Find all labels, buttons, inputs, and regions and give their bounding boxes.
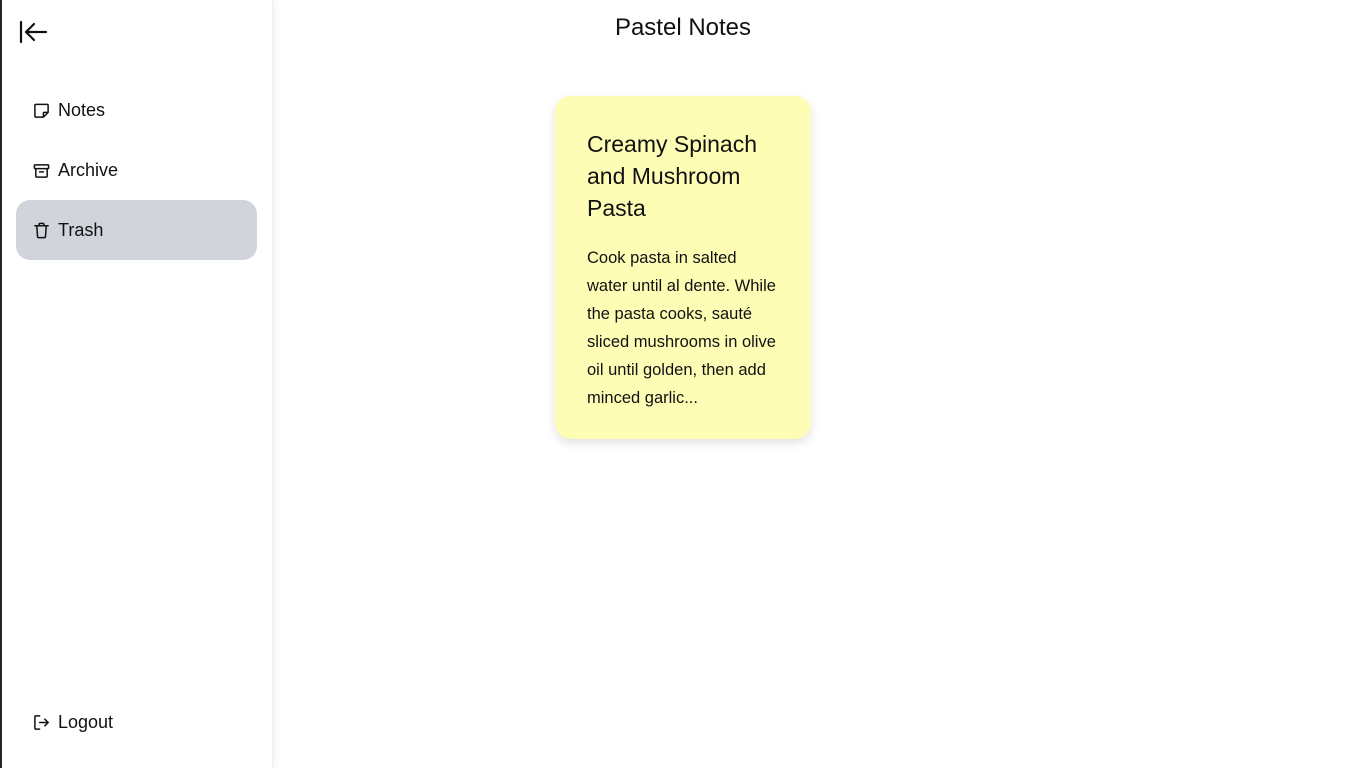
sidebar-nav: Notes Archive Trash [16,80,257,260]
note-title: Creamy Spinach and Mushroom Pasta [587,131,758,221]
sidebar-item-archive[interactable]: Archive [16,140,257,200]
collapse-sidebar-button[interactable] [16,16,50,48]
sidebar-item-label: Trash [58,219,104,240]
note-card[interactable]: Creamy Spinach and Mushroom Pasta Cook p… [555,96,811,439]
logout-icon [32,713,50,731]
note-icon [32,101,50,119]
sidebar-item-notes[interactable]: Notes [16,80,257,140]
sidebar-item-label: Notes [58,99,106,120]
archive-icon [32,161,50,179]
sidebar-item-trash[interactable]: Trash [16,200,257,260]
note-body: Cook pasta in salted water until al dent… [587,249,776,407]
logout-label: Logout [58,711,114,732]
app: Notes Archive Trash Logout Pastel Notes … [0,0,1366,768]
trash-icon [32,221,50,239]
sidebar-item-label: Archive [58,159,119,180]
collapse-left-icon [19,20,48,44]
logout-button[interactable]: Logout [16,692,257,752]
page-title: Pastel Notes [614,14,752,41]
sidebar: Notes Archive Trash Logout [2,0,273,768]
